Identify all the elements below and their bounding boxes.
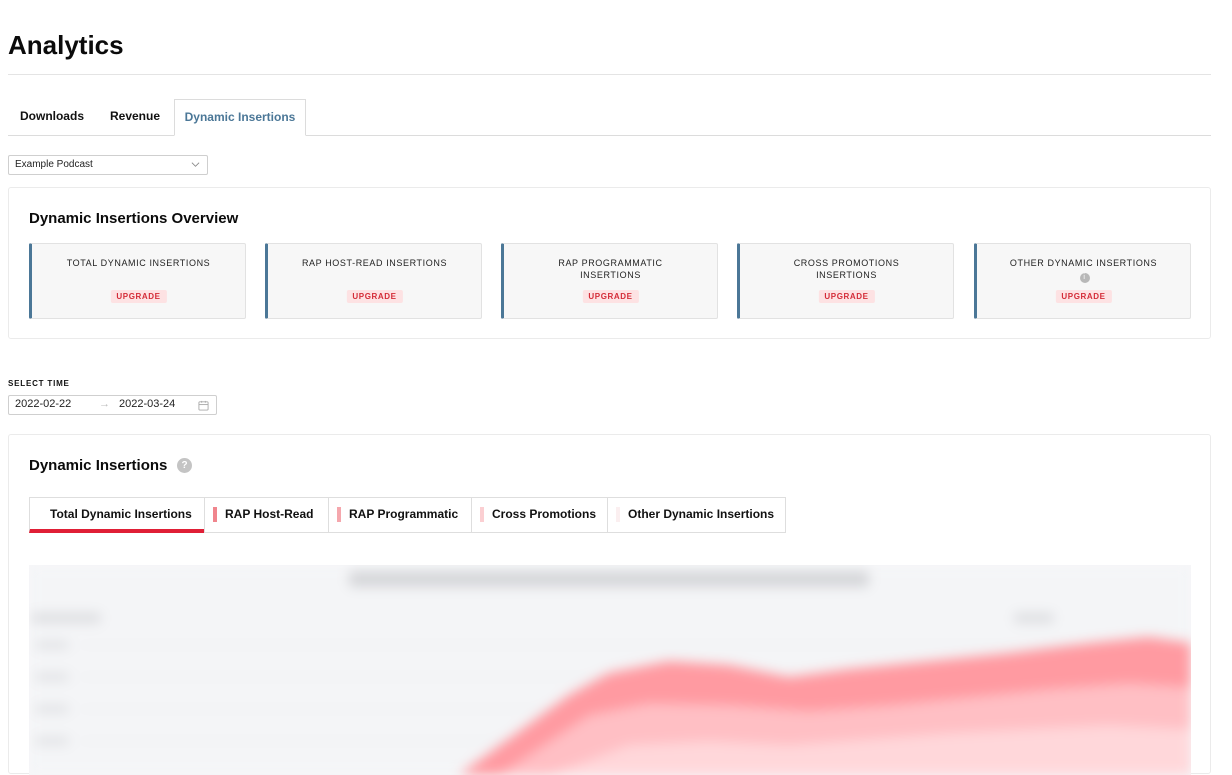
calendar-icon[interactable] xyxy=(198,400,209,411)
series-color-swatch xyxy=(337,507,341,522)
stat-label-text: OTHER DYNAMIC INSERTIONS xyxy=(1009,258,1158,268)
upgrade-badge[interactable]: UPGRADE xyxy=(1055,290,1112,303)
tab-dynamic-insertions[interactable]: Dynamic Insertions xyxy=(174,99,306,136)
upgrade-badge[interactable]: UPGRADE xyxy=(582,290,639,303)
stat-label: CROSS PROMOTIONS INSERTIONS xyxy=(793,258,900,280)
stat-card-other: OTHER DYNAMIC INSERTIONS i UPGRADE xyxy=(974,243,1191,319)
date-range-picker[interactable]: 2022-02-22 → 2022-03-24 xyxy=(8,395,217,415)
upgrade-badge[interactable]: UPGRADE xyxy=(346,290,403,303)
blurred-chart-graphic xyxy=(29,565,1191,775)
series-tab-rap-host-read[interactable]: RAP Host-Read xyxy=(204,497,329,533)
series-tab-label: Cross Promotions xyxy=(492,507,597,521)
stat-label: OTHER DYNAMIC INSERTIONS i xyxy=(977,257,1190,283)
upgrade-badge[interactable]: UPGRADE xyxy=(110,290,167,303)
stat-card-rap-host-read: RAP HOST-READ INSERTIONS UPGRADE xyxy=(265,243,482,319)
stat-card-cross-promotions: CROSS PROMOTIONS INSERTIONS UPGRADE xyxy=(737,243,954,319)
stat-card-total: TOTAL DYNAMIC INSERTIONS UPGRADE xyxy=(29,243,246,319)
series-tab-label: Other Dynamic Insertions xyxy=(628,507,775,521)
info-icon[interactable]: i xyxy=(1079,273,1090,283)
tab-downloads[interactable]: Downloads xyxy=(8,99,96,136)
end-date-input[interactable]: 2022-03-24 xyxy=(119,398,175,410)
main-tabs: Downloads Revenue Dynamic Insertions xyxy=(8,99,1211,136)
select-time-label: SELECT TIME xyxy=(8,379,70,388)
upgrade-badge[interactable]: UPGRADE xyxy=(818,290,875,303)
series-color-swatch xyxy=(480,507,484,522)
series-color-swatch xyxy=(213,507,217,522)
help-icon[interactable]: ? xyxy=(177,458,192,473)
podcast-select-value: Example Podcast xyxy=(15,159,93,170)
series-tab-label: RAP Programmatic xyxy=(349,507,459,521)
stat-label: RAP HOST-READ INSERTIONS xyxy=(301,258,448,268)
blurred-chart xyxy=(29,565,1191,775)
page-title: Analytics xyxy=(8,30,124,60)
stat-card-rap-programmatic: RAP PROGRAMMATIC INSERTIONS UPGRADE xyxy=(501,243,718,319)
series-tab-cross-promotions[interactable]: Cross Promotions xyxy=(471,497,608,533)
divider xyxy=(8,74,1211,75)
start-date-input[interactable]: 2022-02-22 xyxy=(15,398,71,410)
chevron-down-icon xyxy=(191,162,200,167)
stat-label: RAP PROGRAMMATIC INSERTIONS xyxy=(558,258,663,280)
series-color-swatch xyxy=(616,507,620,522)
series-tab-other[interactable]: Other Dynamic Insertions xyxy=(607,497,786,533)
series-tab-rap-programmatic[interactable]: RAP Programmatic xyxy=(328,497,472,533)
series-tab-total[interactable]: Total Dynamic Insertions xyxy=(29,497,205,533)
arrow-right-icon: → xyxy=(99,398,110,410)
tab-revenue[interactable]: Revenue xyxy=(100,99,170,136)
dynamic-insertions-card: Dynamic Insertions ? Total Dynamic Inser… xyxy=(8,434,1211,775)
series-tab-label: RAP Host-Read xyxy=(225,507,314,521)
podcast-select[interactable]: Example Podcast xyxy=(8,155,208,175)
stat-label: TOTAL DYNAMIC INSERTIONS xyxy=(66,258,211,268)
overview-title: Dynamic Insertions Overview xyxy=(29,210,239,227)
series-tab-label: Total Dynamic Insertions xyxy=(50,507,192,521)
chart-section-title: Dynamic Insertions xyxy=(29,457,168,474)
overview-card: Dynamic Insertions Overview TOTAL DYNAMI… xyxy=(8,187,1211,339)
